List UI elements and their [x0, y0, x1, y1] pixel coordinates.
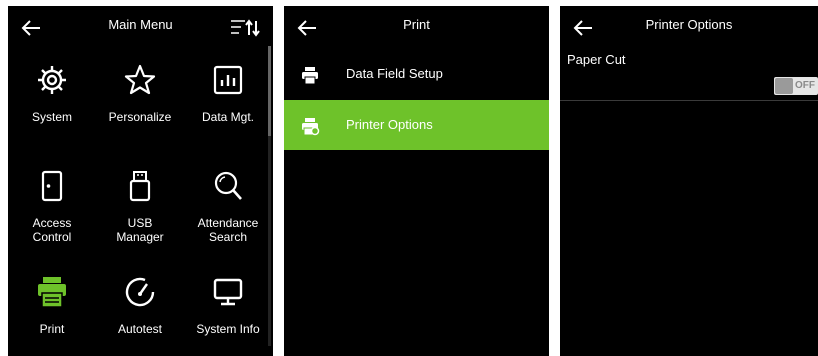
main-menu-header: Main Menu [8, 6, 273, 50]
menu-item-label: Data Mgt. [201, 110, 255, 124]
menu-item-access-control[interactable]: Access Control [8, 166, 96, 244]
menu-item-system-info[interactable]: System Info [184, 272, 272, 336]
search-icon [184, 166, 272, 206]
chart-icon [184, 60, 272, 100]
list-item-printer-options[interactable]: Printer Options [284, 100, 549, 150]
usb-icon [96, 166, 184, 206]
menu-item-attendance-search[interactable]: Attendance Search [184, 166, 272, 244]
menu-item-autotest[interactable]: Autotest [96, 272, 184, 336]
printer-icon [300, 65, 320, 85]
paper-cut-toggle[interactable]: OFF [774, 77, 818, 95]
page-title: Print [403, 17, 430, 32]
menu-item-label: System [31, 110, 72, 124]
paper-cut-label: Paper Cut [567, 52, 626, 67]
door-icon [8, 166, 96, 206]
page-title: Printer Options [645, 17, 733, 32]
list-item-data-field-setup[interactable]: Data Field Setup [284, 49, 549, 99]
menu-item-personalize[interactable]: Personalize [96, 60, 184, 124]
gear-icon [8, 60, 96, 100]
menu-item-label: System Info [196, 322, 260, 336]
menu-item-system[interactable]: System [8, 60, 96, 124]
menu-item-label: Access Control [32, 216, 72, 244]
printer-icon [8, 272, 96, 312]
printer-options-screen: Printer Options Paper Cut OFF [560, 6, 818, 356]
menu-item-label: Autotest [117, 322, 163, 336]
toggle-state-text: OFF [795, 80, 815, 91]
menu-item-usb-manager[interactable]: USB Manager [96, 166, 184, 244]
star-icon [96, 60, 184, 100]
menu-item-label: Personalize [108, 110, 172, 124]
menu-item-print[interactable]: Print [8, 272, 96, 336]
printer-settings-icon [300, 116, 320, 136]
menu-item-label: Attendance Search [197, 216, 259, 244]
list-item-label: Printer Options [346, 117, 433, 132]
list-item-label: Data Field Setup [346, 66, 443, 81]
print-header: Print [284, 6, 549, 50]
menu-item-data-mgt[interactable]: Data Mgt. [184, 60, 272, 124]
menu-item-label: USB Manager [116, 216, 164, 244]
sort-menu-icon[interactable] [227, 16, 261, 40]
main-menu-screen: Main Menu System Personalize Data Mgt. A… [8, 6, 273, 356]
divider [560, 100, 818, 101]
menu-item-label: Print [39, 322, 65, 336]
monitor-icon [184, 272, 272, 312]
toggle-knob [775, 78, 793, 94]
gauge-icon [96, 272, 184, 312]
print-screen: Print Data Field Setup Printer Options [284, 6, 549, 356]
printer-options-header: Printer Options [560, 6, 818, 50]
